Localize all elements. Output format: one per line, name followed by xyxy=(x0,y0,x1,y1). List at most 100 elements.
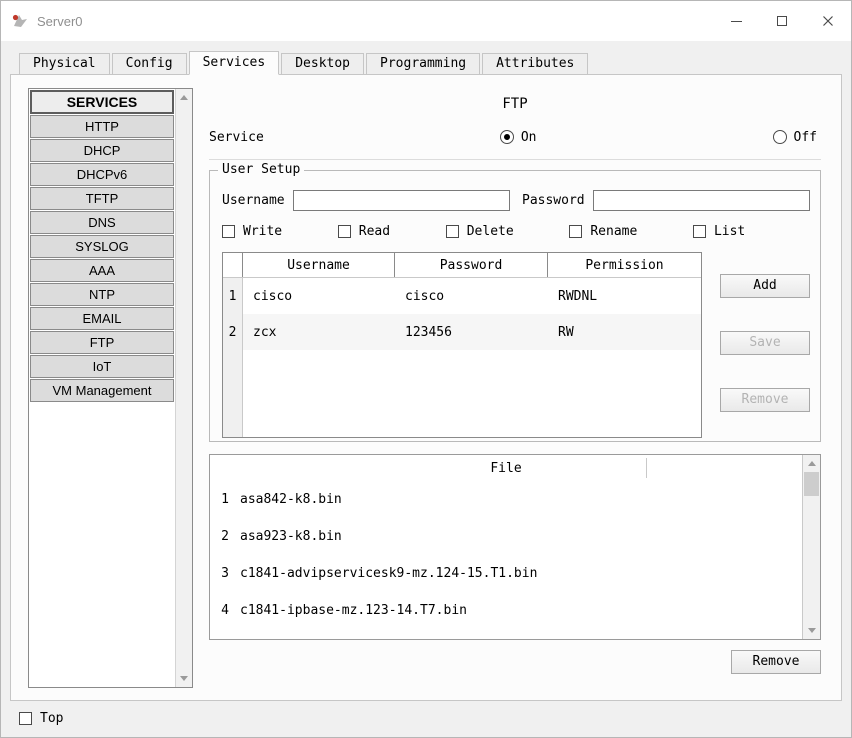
save-button[interactable]: Save xyxy=(720,331,810,355)
file-table-header: File xyxy=(210,455,802,481)
user-table-row[interactable]: 2 zcx 123456 RW xyxy=(223,314,701,350)
cell-permission: RW xyxy=(548,314,701,350)
read-checkbox[interactable] xyxy=(337,225,351,238)
file-name: asa923-k8.bin xyxy=(240,529,342,544)
sidebar-scrollbar[interactable] xyxy=(175,89,192,687)
perm-rename[interactable]: Rename xyxy=(569,224,637,239)
user-setup-legend: User Setup xyxy=(218,162,305,177)
file-row-number: 4 xyxy=(221,603,229,618)
tab-desktop[interactable]: Desktop xyxy=(281,53,365,74)
scroll-up-icon[interactable] xyxy=(808,461,816,466)
sidebar-item-syslog[interactable]: SYSLOG xyxy=(30,235,174,258)
file-name: c1841-ipbase-mz.123-14.T7.bin xyxy=(240,603,467,618)
scrollbar-thumb[interactable] xyxy=(804,472,819,496)
service-on-option[interactable]: On xyxy=(499,130,536,145)
row-number-header xyxy=(223,253,243,277)
sidebar-item-aaa[interactable]: AAA xyxy=(30,259,174,282)
user-table-row[interactable]: 1 cisco cisco RWDNL xyxy=(223,278,701,314)
sidebar-item-dhcp[interactable]: DHCP xyxy=(30,139,174,162)
user-table: Username Password Permission 1 cisco cis… xyxy=(222,252,702,438)
write-label: Write xyxy=(243,224,283,239)
scroll-down-icon[interactable] xyxy=(180,676,188,681)
cell-username: zcx xyxy=(243,314,395,350)
file-table: File 1 asa842-k8.bin 2 asa923-k8.bin 3 c… xyxy=(209,454,821,640)
service-toggle-row: Service On Off xyxy=(209,127,821,147)
file-table-row[interactable]: 1 asa842-k8.bin xyxy=(210,481,802,518)
maximize-button[interactable] xyxy=(759,1,805,41)
radio-on-icon[interactable] xyxy=(499,130,514,144)
file-row-number: 2 xyxy=(221,529,229,544)
add-button[interactable]: Add xyxy=(720,274,810,298)
perm-write[interactable]: Write xyxy=(222,224,282,239)
list-checkbox[interactable] xyxy=(692,225,706,238)
permission-column-header: Permission xyxy=(585,257,664,273)
file-name: c1841-advipservicesk9-mz.124-15.T1.bin xyxy=(240,566,538,581)
page-title: FTP xyxy=(502,96,528,112)
row-number-gutter xyxy=(223,350,243,437)
row-number: 2 xyxy=(223,314,243,350)
tab-config[interactable]: Config xyxy=(111,53,187,74)
perm-list[interactable]: List xyxy=(692,224,746,239)
tab-attributes[interactable]: Attributes xyxy=(482,53,589,74)
tab-bar: Physical Config Services Desktop Program… xyxy=(10,51,842,75)
header-divider xyxy=(646,458,647,478)
scroll-down-icon[interactable] xyxy=(808,628,816,633)
tab-services[interactable]: Services xyxy=(188,51,280,75)
services-list-header: SERVICES xyxy=(30,90,174,114)
separator xyxy=(209,159,821,160)
sidebar-item-dns[interactable]: DNS xyxy=(30,211,174,234)
cell-username: cisco xyxy=(253,288,293,304)
services-panel: SERVICES HTTP DHCP DHCPv6 TFTP DNS SYSLO… xyxy=(10,74,842,701)
user-table-section: Username Password Permission 1 cisco cis… xyxy=(222,252,810,438)
sidebar-item-vm-management[interactable]: VM Management xyxy=(30,379,174,402)
file-table-row[interactable]: 4 c1841-ipbase-mz.123-14.T7.bin xyxy=(210,592,802,629)
list-label: List xyxy=(713,224,746,239)
delete-label: Delete xyxy=(466,224,514,239)
file-table-row[interactable]: 3 c1841-advipservicesk9-mz.124-15.T1.bin xyxy=(210,555,802,592)
services-sidebar: SERVICES HTTP DHCP DHCPv6 TFTP DNS SYSLO… xyxy=(28,88,193,688)
sidebar-item-iot[interactable]: IoT xyxy=(30,355,174,378)
minimize-icon xyxy=(730,20,742,22)
sidebar-item-email[interactable]: EMAIL xyxy=(30,307,174,330)
close-button[interactable] xyxy=(805,1,851,41)
maximize-icon xyxy=(777,16,787,26)
sidebar-item-ntp[interactable]: NTP xyxy=(30,283,174,306)
credentials-row: Username Password xyxy=(222,189,810,211)
top-checkbox[interactable] xyxy=(19,711,32,725)
close-icon xyxy=(823,16,833,26)
write-checkbox[interactable] xyxy=(222,225,235,238)
sidebar-item-ftp[interactable]: FTP xyxy=(30,331,174,354)
remove-file-button[interactable]: Remove xyxy=(731,650,821,674)
password-label: Password xyxy=(522,192,585,208)
sidebar-item-tftp[interactable]: TFTP xyxy=(30,187,174,210)
user-setup-group: User Setup Username Password Write Read xyxy=(209,162,821,442)
file-table-row[interactable]: 2 asa923-k8.bin xyxy=(210,518,802,555)
minimize-button[interactable] xyxy=(713,1,759,41)
username-column-header: Username xyxy=(243,253,395,277)
title-bar: Server0 xyxy=(1,1,851,41)
file-column-header: File xyxy=(490,460,522,476)
sidebar-item-dhcpv6[interactable]: DHCPv6 xyxy=(30,163,174,186)
service-off-option[interactable]: Off xyxy=(772,130,817,145)
sidebar-item-http[interactable]: HTTP xyxy=(30,115,174,138)
footer-bar: Top xyxy=(1,699,851,737)
scroll-up-icon[interactable] xyxy=(180,95,188,100)
row-number: 1 xyxy=(223,278,243,314)
perm-read[interactable]: Read xyxy=(337,224,390,239)
ftp-config-area: FTP Service On Off User Setup Username P… xyxy=(209,75,821,700)
file-table-body: 1 asa842-k8.bin 2 asa923-k8.bin 3 c1841-… xyxy=(210,481,802,629)
tab-physical[interactable]: Physical xyxy=(19,53,110,74)
perm-delete[interactable]: Delete xyxy=(445,224,514,239)
file-table-scrollbar[interactable] xyxy=(802,455,820,639)
radio-off-icon[interactable] xyxy=(772,130,787,144)
user-table-header: Username Password Permission xyxy=(223,253,701,278)
remove-user-button[interactable]: Remove xyxy=(720,388,810,412)
delete-checkbox[interactable] xyxy=(445,225,459,238)
file-row-number: 3 xyxy=(221,566,229,581)
rename-checkbox[interactable] xyxy=(569,225,583,238)
username-input[interactable] xyxy=(292,189,510,211)
username-label: Username xyxy=(222,192,285,208)
cell-permission: RWDNL xyxy=(558,288,598,304)
tab-programming[interactable]: Programming xyxy=(366,53,481,74)
password-input[interactable] xyxy=(592,189,810,211)
